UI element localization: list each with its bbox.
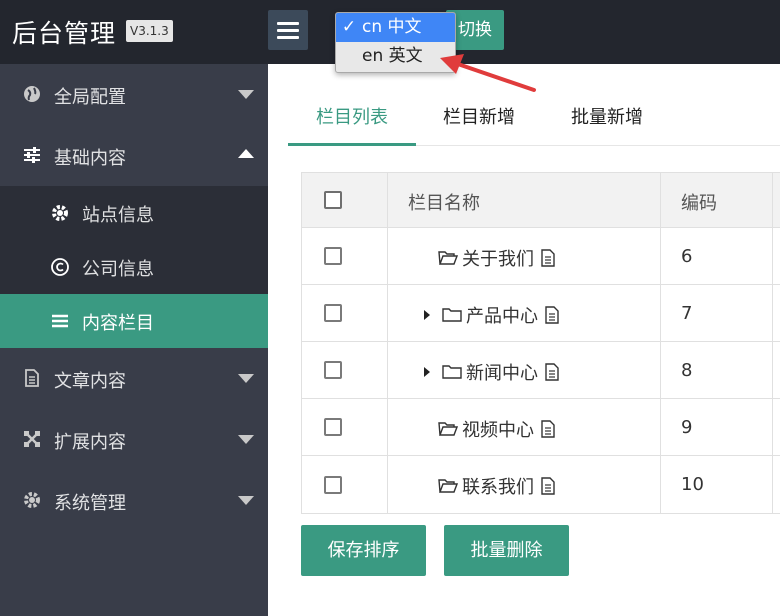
row-checkbox[interactable] [324,418,342,436]
column-header-code: 编码 [681,193,717,214]
sidebar-subitem-company-info[interactable]: 公司信息 [0,240,268,294]
chevron-down-icon [238,374,254,383]
hamburger-icon [277,22,299,25]
document-icon[interactable] [538,477,558,495]
globe-icon [24,86,40,102]
folder-open-icon [438,251,458,265]
document-icon[interactable] [542,363,562,381]
expand-icon [24,431,40,447]
table-row[interactable]: 联系我们 10 [302,456,780,513]
tab-batch-add[interactable]: 批量新增 [571,96,643,146]
list-icon [52,314,68,328]
menu-toggle-button[interactable] [268,10,308,50]
sidebar-item-extended-content[interactable]: 扩展内容 [0,409,268,470]
column-name: 视频中心 [462,420,534,441]
column-code: 8 [681,360,693,381]
expand-triangle-icon[interactable] [424,367,430,377]
column-header-name: 栏目名称 [408,193,480,214]
chevron-down-icon [238,435,254,444]
sidebar-subitem-site-info[interactable]: 站点信息 [0,186,268,240]
table-row[interactable]: 产品中心 7 [302,285,780,342]
table-row[interactable]: 视频中心 9 [302,399,780,456]
folder-open-icon [438,479,458,493]
app-title: 后台管理 [12,19,117,48]
table-header-row: 栏目名称 编码 [302,173,780,228]
gear-icon [24,492,40,508]
save-sort-button[interactable]: 保存排序 [301,525,426,576]
column-name: 产品中心 [466,306,538,327]
row-checkbox[interactable] [324,475,342,494]
row-checkbox[interactable] [324,361,342,379]
copyright-icon [51,258,69,276]
select-all-checkbox[interactable] [324,191,342,209]
tab-column-list[interactable]: 栏目列表 [288,96,416,146]
folder-icon [442,365,462,379]
document-icon [25,369,39,387]
table-row[interactable]: 新闻中心 8 [302,342,780,399]
sidebar-item-global-config[interactable]: 全局配置 [0,64,268,125]
submenu: 站点信息 公司信息 内容栏目 [0,186,268,348]
folder-open-icon [438,422,458,436]
language-option-cn[interactable]: ✓ cn 中文 [336,13,455,42]
column-code: 6 [681,246,693,267]
columns-table: 栏目名称 编码 关于我们 6 产品中心 7 新闻中心 8 视频中心 9 联系我们… [301,172,780,514]
sliders-icon [24,147,40,163]
sidebar-item-system-management[interactable]: 系统管理 [0,470,268,531]
folder-icon [442,308,462,322]
tab-add-column[interactable]: 栏目新增 [443,96,515,146]
column-code: 10 [681,474,704,495]
sidebar-item-basic-content[interactable]: 基础内容 [0,125,268,186]
batch-delete-button[interactable]: 批量删除 [444,525,569,576]
expand-triangle-icon[interactable] [424,310,430,320]
gear-icon [52,205,68,221]
column-name: 联系我们 [462,477,534,498]
row-checkbox[interactable] [324,247,342,265]
column-code: 9 [681,417,693,438]
column-name: 新闻中心 [466,363,538,384]
annotation-arrow-icon [440,54,536,92]
chevron-down-icon [238,496,254,505]
chevron-down-icon [238,90,254,99]
column-name: 关于我们 [462,249,534,270]
sidebar: 全局配置 基础内容 站点信息 公司信息 内容栏目 文章内容 扩展内容 系统管理 [0,64,268,616]
document-icon[interactable] [538,420,558,438]
check-icon: ✓ [341,17,357,37]
table-row[interactable]: 关于我们 6 [302,228,780,285]
chevron-up-icon [238,149,254,158]
row-checkbox[interactable] [324,304,342,322]
tab-bar: 栏目列表 栏目新增 批量新增 [288,96,780,146]
document-icon[interactable] [538,249,558,267]
sidebar-subitem-content-columns[interactable]: 内容栏目 [0,294,268,348]
version-badge: V3.1.3 [126,20,173,42]
document-icon[interactable] [542,306,562,324]
sidebar-item-article-content[interactable]: 文章内容 [0,348,268,409]
column-code: 7 [681,303,693,324]
